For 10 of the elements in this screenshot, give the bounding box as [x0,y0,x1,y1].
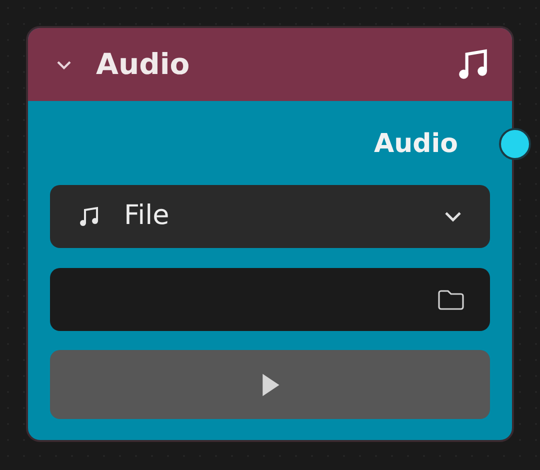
chevron-down-icon [444,211,462,222]
file-path-field[interactable] [50,268,490,331]
folder-icon[interactable] [437,288,466,312]
output-socket[interactable] [499,128,531,160]
play-icon [260,372,280,396]
music-note-icon [456,48,490,82]
output-label: Audio [374,128,458,160]
music-note-icon [78,206,100,228]
node-title: Audio [96,46,190,83]
source-dropdown[interactable]: File [50,185,490,248]
